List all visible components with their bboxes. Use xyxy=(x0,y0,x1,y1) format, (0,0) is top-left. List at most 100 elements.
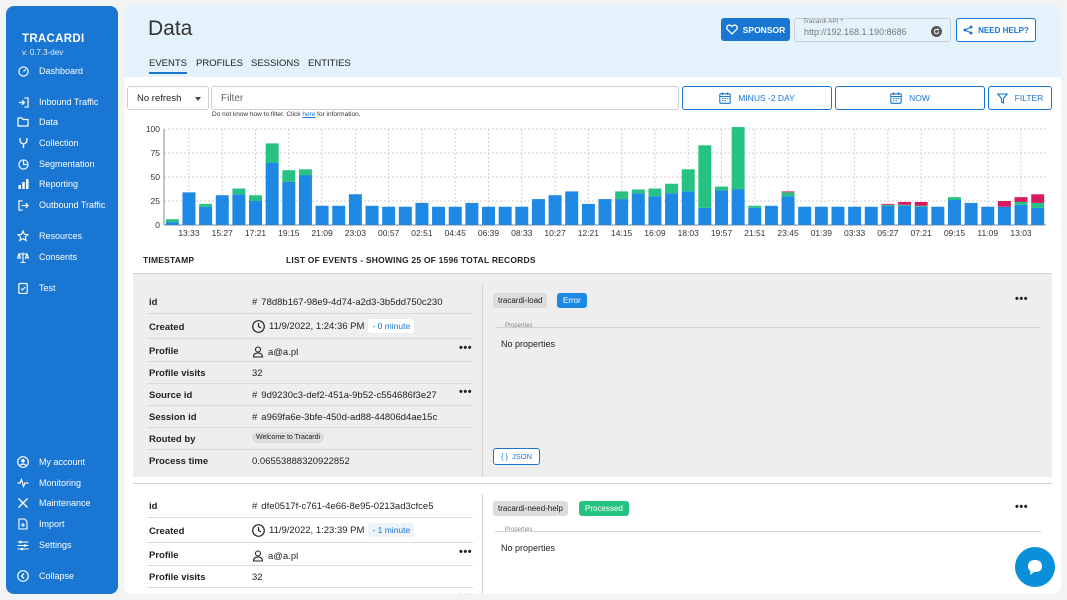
chart-bar[interactable] xyxy=(981,206,995,225)
chart-bar[interactable] xyxy=(1031,202,1045,208)
sidebar-item-monitoring[interactable]: Monitoring xyxy=(16,475,116,491)
chart-bar[interactable] xyxy=(864,206,878,225)
chart-bar[interactable] xyxy=(265,143,279,163)
chart-bar[interactable] xyxy=(282,181,296,225)
chart-bar[interactable] xyxy=(182,192,196,225)
sponsor-button[interactable]: SPONSOR xyxy=(721,18,790,41)
chart-bar[interactable] xyxy=(365,205,379,225)
sidebar-item-resources[interactable]: Resources xyxy=(16,228,116,244)
chart-bar[interactable] xyxy=(731,189,745,225)
chat-button[interactable] xyxy=(1015,547,1055,587)
tab-sessions[interactable]: SESSIONS xyxy=(251,58,300,69)
chart-bar[interactable] xyxy=(232,188,246,195)
chart-bar[interactable] xyxy=(382,206,396,225)
chart-bar[interactable] xyxy=(615,199,629,225)
chart-bar[interactable] xyxy=(165,222,179,225)
chart-bar[interactable] xyxy=(282,170,296,182)
chart-bar[interactable] xyxy=(249,195,263,201)
chart-bar[interactable] xyxy=(165,219,179,223)
chart-bar[interactable] xyxy=(781,192,795,197)
chart-bar[interactable] xyxy=(232,194,246,225)
chart-bar[interactable] xyxy=(515,206,529,225)
chart-bar[interactable] xyxy=(565,191,579,225)
chart-bar[interactable] xyxy=(1014,204,1028,225)
chart-bar[interactable] xyxy=(498,206,512,225)
chart-bar[interactable] xyxy=(581,203,595,225)
chart-bar[interactable] xyxy=(881,203,895,205)
chart-bar[interactable] xyxy=(848,206,862,225)
chart-bar[interactable] xyxy=(265,162,279,225)
chart-bar[interactable] xyxy=(715,190,728,225)
chart-bar[interactable] xyxy=(531,199,545,225)
more-icon[interactable]: ••• xyxy=(459,546,472,558)
sidebar-item-outbound-traffic[interactable]: Outbound Traffic xyxy=(16,197,116,213)
routed-by-chip[interactable]: Welcome to Tracardi xyxy=(252,432,325,443)
chart-bar[interactable] xyxy=(348,194,362,225)
chart-bar[interactable] xyxy=(465,202,479,225)
chart-bar[interactable] xyxy=(1031,194,1045,203)
chart-bar[interactable] xyxy=(681,169,695,192)
refresh-select[interactable]: No refresh xyxy=(127,86,209,110)
chart-bar[interactable] xyxy=(964,202,978,225)
sidebar-item-dashboard[interactable]: Dashboard xyxy=(16,63,116,79)
chart-bar[interactable] xyxy=(215,195,229,225)
chart-bar[interactable] xyxy=(764,205,778,225)
filter-button[interactable]: FILTER xyxy=(988,86,1052,110)
filter-input[interactable]: Filter xyxy=(211,86,679,110)
sidebar-item-segmentation[interactable]: Segmentation xyxy=(16,156,116,172)
chart-bar[interactable] xyxy=(398,206,412,225)
chart-bar[interactable] xyxy=(931,206,945,225)
more-icon[interactable]: ••• xyxy=(459,386,472,398)
sidebar-item-test[interactable]: Test xyxy=(16,280,116,296)
profile-value[interactable]: a@a.pl xyxy=(252,346,298,358)
chart-bar[interactable] xyxy=(831,206,845,225)
chart-bar[interactable] xyxy=(914,201,928,206)
chart-bar[interactable] xyxy=(898,201,912,205)
api-url-field[interactable]: Tracardi API * http://192.168.1.190:8686 xyxy=(794,18,951,42)
chart-bar[interactable] xyxy=(648,196,662,225)
chart-bar[interactable] xyxy=(415,202,429,225)
tab-profiles[interactable]: PROFILES xyxy=(196,58,243,69)
chart-bar[interactable] xyxy=(731,127,745,190)
sidebar-item-settings[interactable]: Settings xyxy=(16,537,116,553)
chart-bar[interactable] xyxy=(665,193,679,225)
sidebar-item-maintenance[interactable]: Maintenance xyxy=(16,495,116,511)
more-icon[interactable]: ••• xyxy=(1015,293,1028,305)
sidebar-item-consents[interactable]: Consents xyxy=(16,249,116,265)
chart-bar[interactable] xyxy=(681,191,695,225)
chart-bar[interactable] xyxy=(448,206,462,225)
chart-bar[interactable] xyxy=(881,204,895,206)
date-from-button[interactable]: MINUS -2 DAY xyxy=(682,86,832,110)
more-icon[interactable]: ••• xyxy=(459,590,472,594)
chart-bar[interactable] xyxy=(615,191,629,200)
chart-bar[interactable] xyxy=(715,186,728,191)
sidebar-item-import[interactable]: Import xyxy=(16,516,116,532)
date-to-button[interactable]: NOW xyxy=(835,86,985,110)
sidebar-item-data[interactable]: Data xyxy=(16,114,116,130)
chart-bar[interactable] xyxy=(814,206,828,225)
sidebar-item-reporting[interactable]: Reporting xyxy=(16,176,116,192)
json-button[interactable]: { } JSON xyxy=(493,448,540,465)
chart-bar[interactable] xyxy=(1014,197,1028,202)
chart-bar[interactable] xyxy=(249,201,263,225)
chart-bar[interactable] xyxy=(781,191,795,193)
chart-bar[interactable] xyxy=(199,203,213,207)
sidebar-item-collection[interactable]: Collection xyxy=(16,135,116,151)
chart-bar[interactable] xyxy=(898,204,912,206)
chart-bar[interactable] xyxy=(997,201,1011,207)
chart-bar[interactable] xyxy=(914,206,928,225)
chart-bar[interactable] xyxy=(997,206,1011,225)
chart-bar[interactable] xyxy=(598,199,612,225)
chart-bar[interactable] xyxy=(631,193,645,225)
need-help-button[interactable]: NEED HELP? xyxy=(956,18,1036,42)
refresh-icon[interactable] xyxy=(931,26,942,37)
chart-bar[interactable] xyxy=(298,169,312,176)
chart-bar[interactable] xyxy=(698,145,712,208)
chart-bar[interactable] xyxy=(698,207,712,225)
chart-bar[interactable] xyxy=(315,205,329,225)
chart-bar[interactable] xyxy=(947,197,961,201)
event-type-chip[interactable]: tracardi-need-help xyxy=(493,501,568,516)
chart-bar[interactable] xyxy=(298,175,312,225)
chart-bar[interactable] xyxy=(881,205,895,225)
chart-bar[interactable] xyxy=(548,195,562,225)
